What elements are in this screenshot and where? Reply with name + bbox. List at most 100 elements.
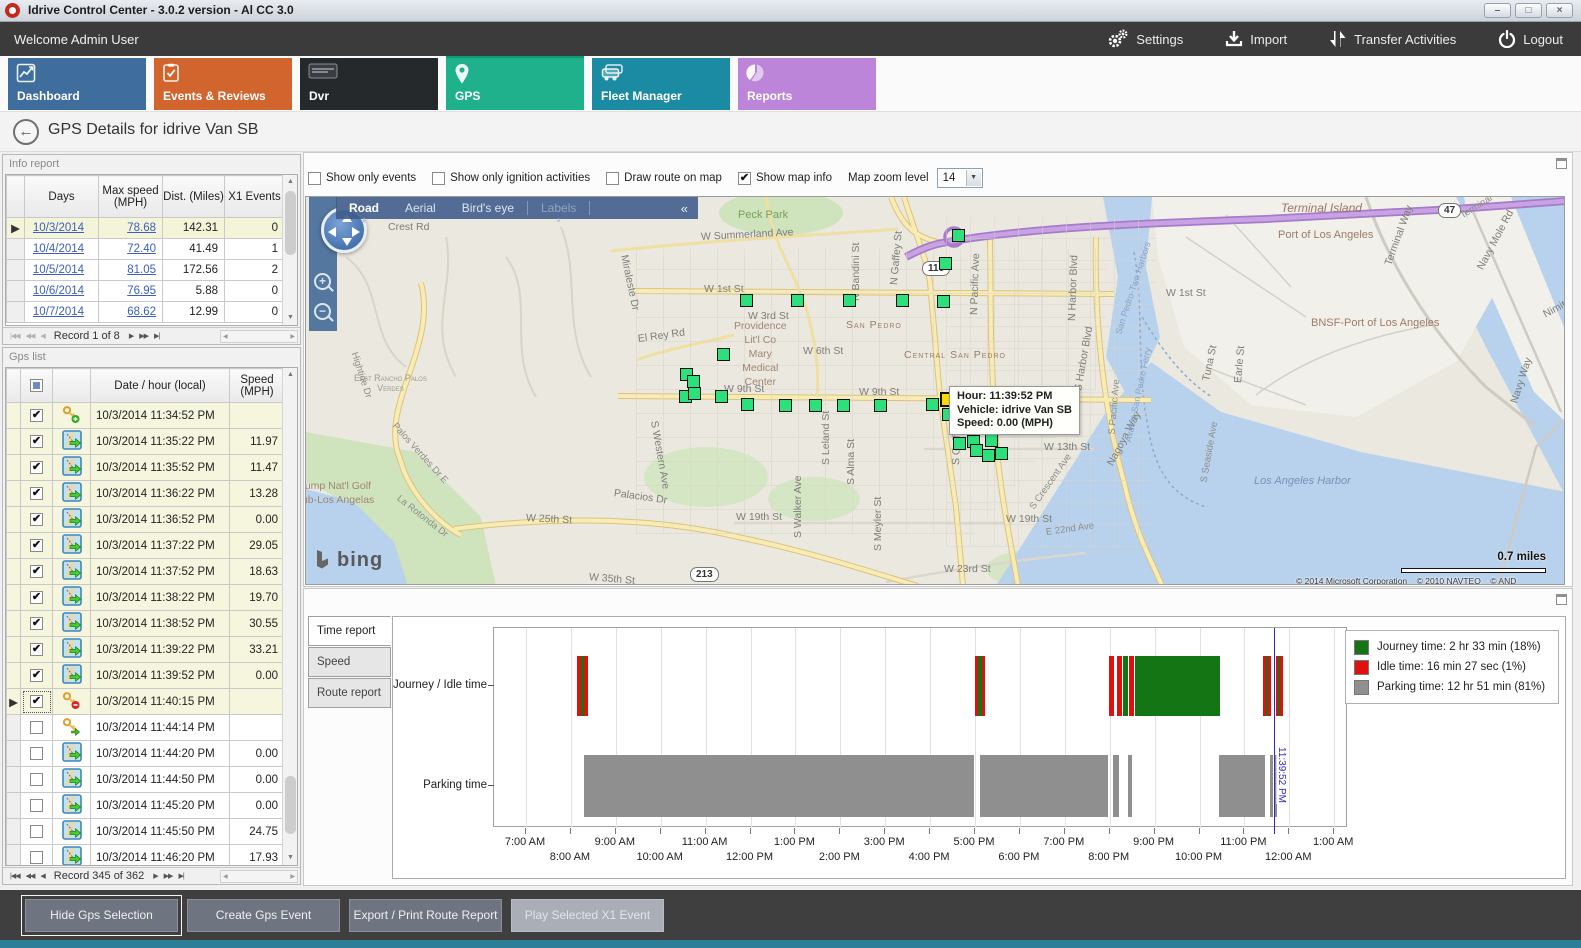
gps-marker[interactable]	[809, 399, 822, 412]
select-all-checkbox[interactable]	[30, 379, 43, 392]
gps-marker[interactable]	[953, 437, 966, 450]
table-row[interactable]: ▶10/3/201478.68142.310	[7, 218, 285, 239]
gps-row[interactable]: 10/3/2014 11:45:20 PM0.00	[7, 793, 285, 819]
max-speed-link[interactable]: 72.40	[127, 243, 156, 255]
row-checkbox[interactable]	[30, 799, 43, 812]
gps-row[interactable]: ✔10/3/2014 11:38:22 PM19.70	[7, 585, 285, 611]
gps-list-navigator[interactable]: |◀◀◀◀◀ Record 345 of 362 ▶▶▶▶| ◀▶	[3, 867, 300, 884]
create-gps-event-button[interactable]: Create Gps Event	[187, 899, 340, 932]
row-checkbox[interactable]	[30, 773, 43, 786]
row-checkbox[interactable]: ✔	[30, 617, 43, 630]
row-checkbox[interactable]	[30, 851, 43, 864]
gps-marker[interactable]	[874, 399, 887, 412]
day-link[interactable]: 10/5/2014	[33, 264, 84, 276]
hide-gps-selection-button[interactable]: Hide Gps Selection	[25, 899, 178, 932]
checkbox[interactable]	[606, 172, 619, 185]
gps-marker[interactable]	[896, 294, 909, 307]
max-speed-link[interactable]: 76.95	[127, 285, 156, 297]
gps-marker[interactable]	[952, 229, 965, 242]
table-row[interactable]: 10/4/201472.4041.491	[7, 239, 285, 260]
row-checkbox[interactable]: ✔	[30, 409, 43, 422]
gps-row[interactable]: ✔10/3/2014 11:39:52 PM0.00	[7, 663, 285, 689]
gps-row[interactable]: 10/3/2014 11:45:50 PM24.75	[7, 819, 285, 845]
row-checkbox[interactable]: ✔	[30, 487, 43, 500]
day-link[interactable]: 10/6/2014	[33, 285, 84, 297]
gps-row[interactable]: ✔10/3/2014 11:39:22 PM33.21	[7, 637, 285, 663]
option-draw-route-on-map[interactable]: Draw route on map	[606, 172, 722, 185]
gps-marker[interactable]	[843, 294, 856, 307]
gps-marker[interactable]	[939, 257, 952, 270]
table-row[interactable]: 10/5/201481.05172.562	[7, 260, 285, 281]
table-row[interactable]: 10/7/201468.6212.990	[7, 302, 285, 323]
report-tab-speed-graphic[interactable]: Speed graphic	[308, 647, 391, 677]
table-row[interactable]: 10/6/201476.955.880	[7, 281, 285, 302]
tab-gps[interactable]: GPS	[446, 58, 584, 110]
minimize-button[interactable]: –	[1484, 3, 1511, 18]
action-logout[interactable]: Logout	[1498, 29, 1563, 49]
export-print-route-report-button[interactable]: Export / Print Route Report	[349, 899, 502, 932]
gps-row[interactable]: ✔10/3/2014 11:35:22 PM11.97	[7, 429, 285, 455]
row-checkbox[interactable]: ✔	[30, 513, 43, 526]
checkbox[interactable]: ✔	[738, 172, 751, 185]
map-mode-labels[interactable]: Labels	[541, 201, 576, 215]
gps-row[interactable]: 10/3/2014 11:44:20 PM0.00	[7, 741, 285, 767]
max-speed-link[interactable]: 78.68	[127, 222, 156, 234]
gps-marker[interactable]	[717, 348, 730, 361]
column-header[interactable]: Max speed (MPH)	[99, 176, 163, 218]
gps-row[interactable]: 10/3/2014 11:44:50 PM0.00	[7, 767, 285, 793]
report-tab-time-report[interactable]: Time report	[308, 616, 391, 646]
gps-row[interactable]: 10/3/2014 11:44:14 PM	[7, 715, 285, 741]
gps-row[interactable]: 10/3/2014 11:46:20 PM17.93	[7, 845, 285, 867]
checkbox[interactable]	[308, 172, 321, 185]
gps-row[interactable]: ✔10/3/2014 11:35:52 PM11.47	[7, 455, 285, 481]
close-button[interactable]: ×	[1546, 3, 1573, 18]
gps-row[interactable]: ✔10/3/2014 11:36:22 PM13.28	[7, 481, 285, 507]
row-checkbox[interactable]	[30, 721, 43, 734]
row-checkbox[interactable]	[30, 747, 43, 760]
gps-marker[interactable]	[741, 398, 754, 411]
max-speed-link[interactable]: 81.05	[127, 264, 156, 276]
map-mode-aerial[interactable]: Aerial	[405, 201, 436, 215]
report-tab-route-report[interactable]: Route report	[308, 678, 391, 708]
gps-row[interactable]: ✔10/3/2014 11:34:52 PM	[7, 403, 285, 429]
row-checkbox[interactable]: ✔	[30, 539, 43, 552]
back-button[interactable]: ←	[13, 119, 39, 145]
tab-dvr[interactable]: Dvr	[300, 58, 438, 110]
gps-row[interactable]: ▶✔10/3/2014 11:40:15 PM	[7, 689, 285, 715]
day-link[interactable]: 10/4/2014	[33, 243, 84, 255]
day-link[interactable]: 10/7/2014	[33, 306, 84, 318]
maximize-button[interactable]: □	[1515, 3, 1542, 18]
row-checkbox[interactable]: ✔	[30, 591, 43, 604]
column-header-speed[interactable]: Speed (MPH)	[230, 369, 285, 403]
tab-fleet-manager[interactable]: Fleet Manager	[592, 58, 730, 110]
column-header[interactable]: X1 Events	[225, 176, 285, 218]
gps-row[interactable]: ✔10/3/2014 11:37:22 PM29.05	[7, 533, 285, 559]
gps-list-table[interactable]: Date / hour (local)Speed (MPH)✔10/3/2014…	[6, 368, 285, 866]
action-transfer-activities[interactable]: Transfer Activities	[1329, 29, 1456, 49]
gps-marker[interactable]	[926, 398, 939, 411]
gps-marker[interactable]	[779, 399, 792, 412]
option-show-only-ignition-activities[interactable]: Show only ignition activities	[432, 172, 590, 185]
row-checkbox[interactable]: ✔	[30, 669, 43, 682]
action-import[interactable]: Import	[1225, 29, 1287, 49]
day-link[interactable]: 10/3/2014	[33, 222, 84, 234]
tab-events-reviews[interactable]: Events & Reviews	[154, 58, 292, 110]
row-checkbox[interactable]: ✔	[30, 643, 43, 656]
zoom-out-icon[interactable]: −	[314, 303, 331, 320]
gps-marker[interactable]	[688, 387, 701, 400]
gps-marker[interactable]	[937, 295, 950, 308]
column-header-datetime[interactable]: Date / hour (local)	[91, 369, 230, 403]
tab-reports[interactable]: Reports	[738, 58, 876, 110]
expand-map-icon[interactable]	[1556, 158, 1567, 169]
tab-dashboard[interactable]: Dashboard	[8, 58, 146, 110]
row-checkbox[interactable]: ✔	[30, 461, 43, 474]
gps-row[interactable]: ✔10/3/2014 11:37:52 PM18.63	[7, 559, 285, 585]
info-report-scrollbar[interactable]: ▲▼	[282, 175, 297, 325]
gps-marker[interactable]	[715, 390, 728, 403]
option-show-only-events[interactable]: Show only events	[308, 172, 416, 185]
gps-marker[interactable]	[985, 434, 998, 447]
option-show-map-info[interactable]: ✔Show map info	[738, 172, 832, 185]
expand-chart-icon[interactable]	[1556, 594, 1567, 605]
map-mode-bird-s-eye[interactable]: Bird's eye	[462, 201, 514, 215]
gps-marker[interactable]	[791, 294, 804, 307]
